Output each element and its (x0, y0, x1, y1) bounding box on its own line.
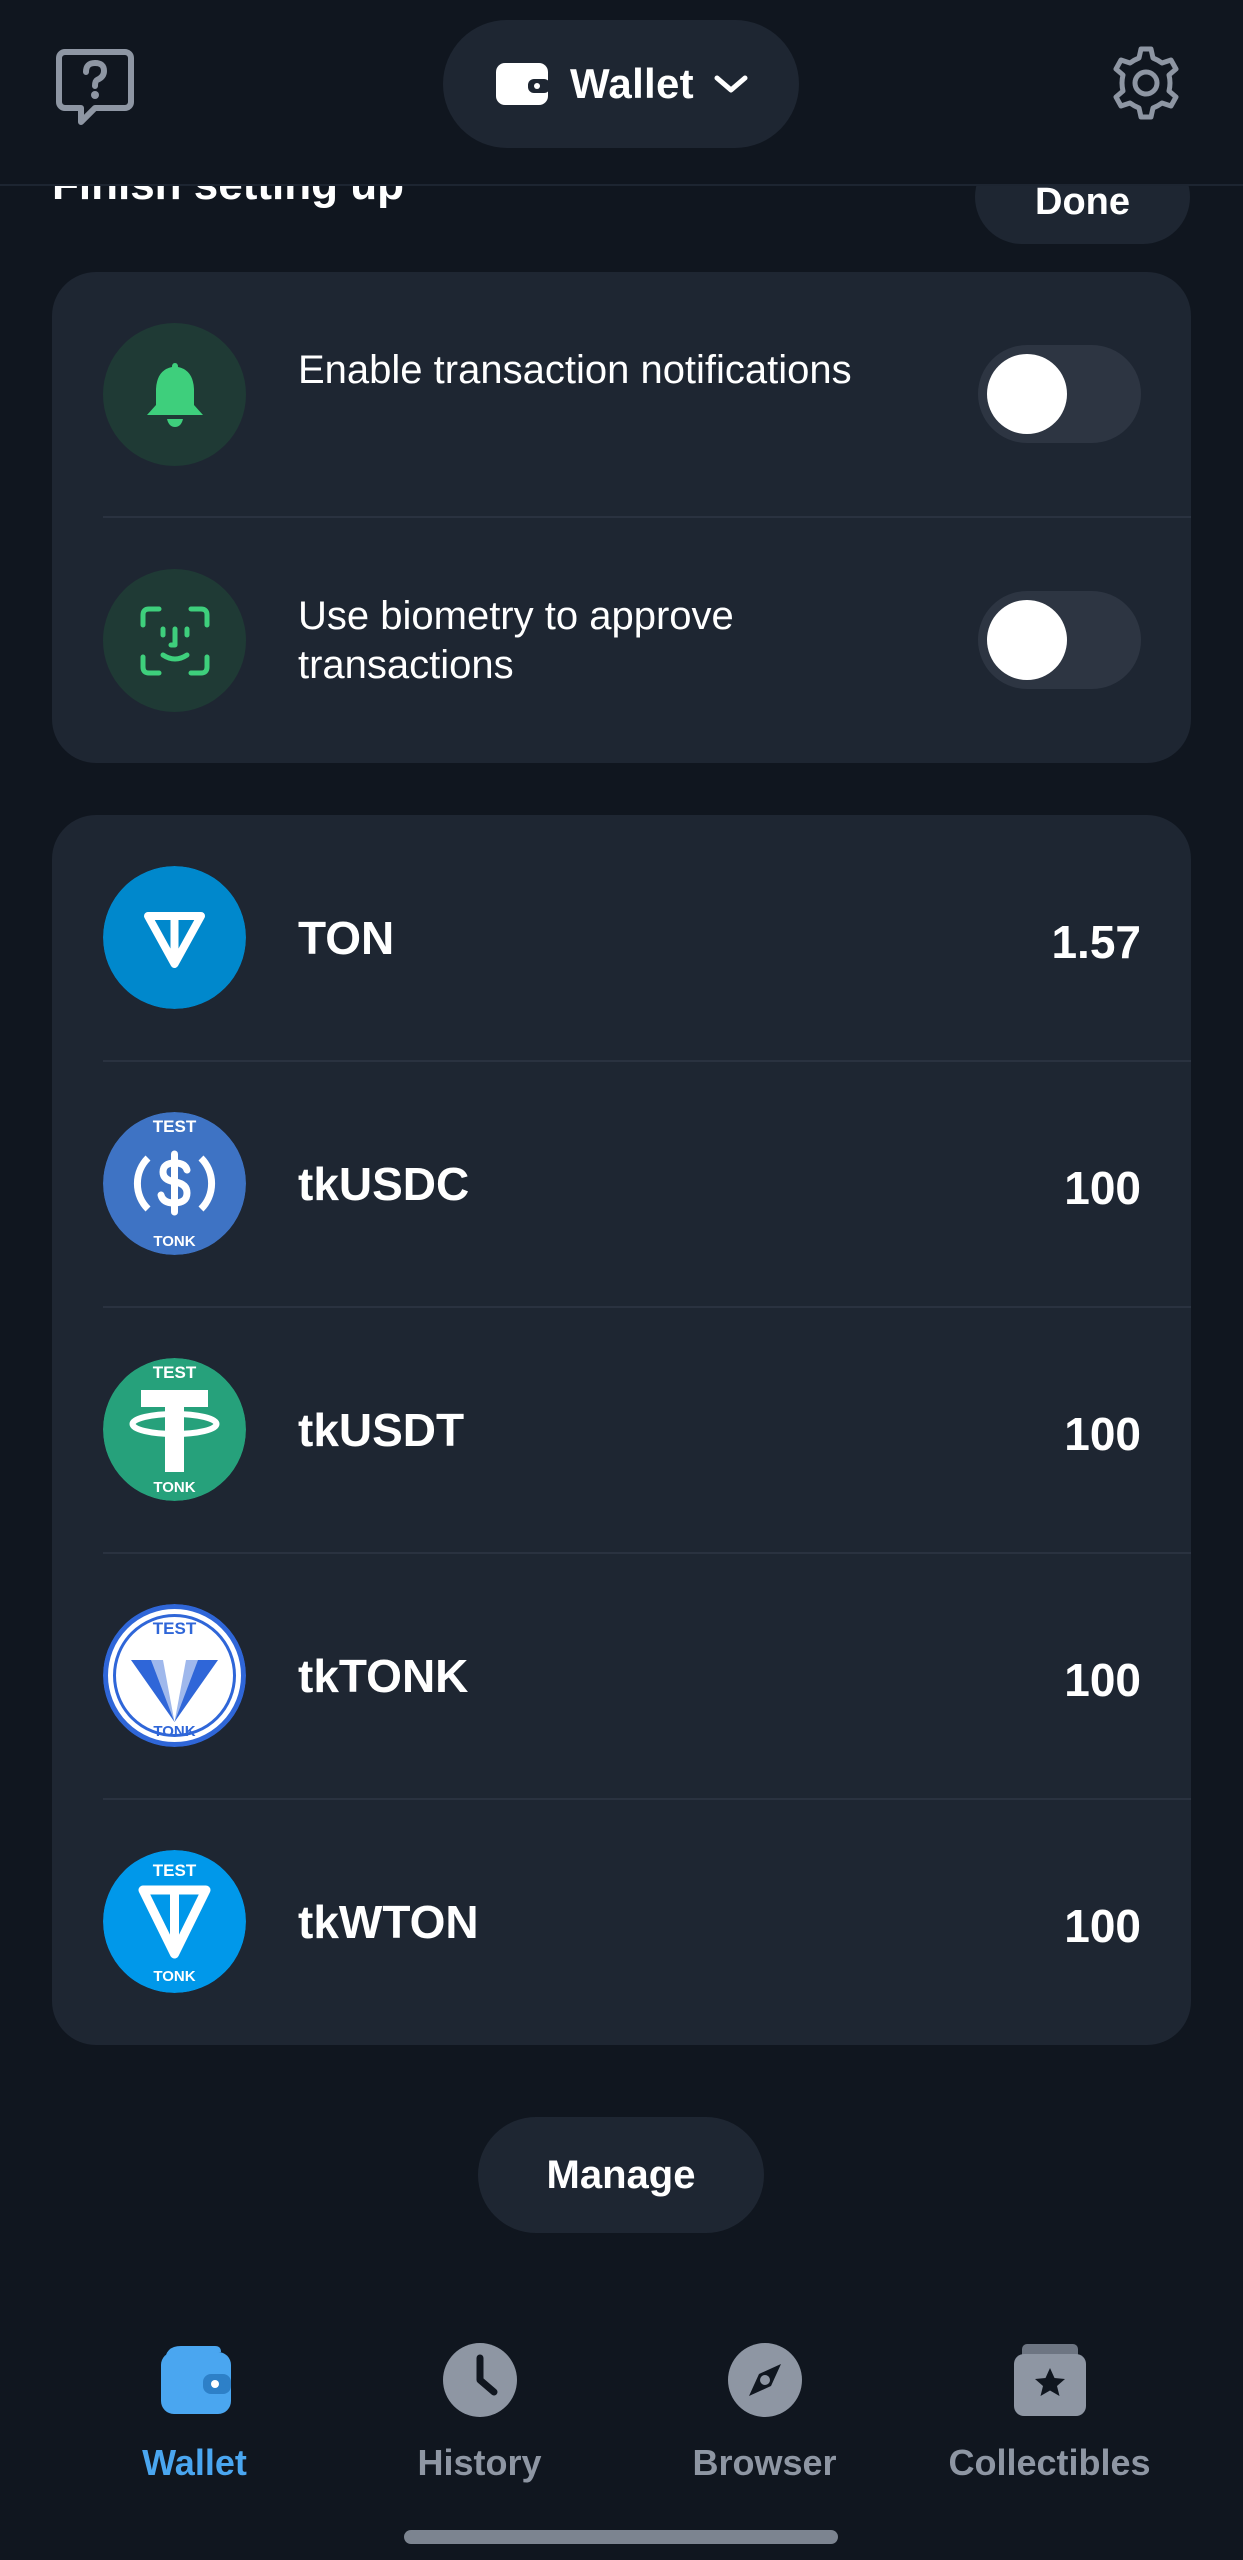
wallet-switcher[interactable]: Wallet (443, 20, 799, 148)
wallet-icon (496, 63, 551, 105)
badge-bottom-text: TONK (153, 1723, 195, 1740)
nav-item-collectibles[interactable]: Collectibles (907, 2300, 1192, 2500)
nav-label: Browser (692, 2442, 837, 2483)
token-row-tkusdt[interactable]: TEST TONK tkUSDT 100 (52, 1307, 1191, 1553)
setup-item-notifications[interactable]: Enable transaction notifications (52, 272, 1191, 517)
usdc-logo-icon: TEST TONK (103, 1112, 246, 1255)
settings-button[interactable] (1105, 42, 1187, 124)
badge-top-text: TEST (153, 1619, 197, 1638)
token-row-tkwton[interactable]: TEST TONK tkWTON 100 (52, 1799, 1191, 2045)
token-amount: 1.57 (1051, 916, 1141, 968)
token-amount: 100 (1064, 1162, 1141, 1214)
compass-icon (727, 2343, 802, 2417)
token-amount: 100 (1064, 1408, 1141, 1460)
tonk-logo-icon: TEST TONK (103, 1604, 246, 1747)
biometry-icon-circle (103, 569, 246, 712)
token-row-tktonk[interactable]: TEST TONK tkTONK 100 (52, 1553, 1191, 1799)
help-button[interactable] (52, 44, 138, 130)
usdt-logo-icon: TEST TONK (103, 1358, 246, 1501)
token-row-ton[interactable]: TON 1.57 (52, 815, 1191, 1061)
nav-item-history[interactable]: History (337, 2300, 622, 2500)
clock-icon (442, 2343, 517, 2417)
bottom-nav: Wallet History Browser Collectibles (0, 2300, 1243, 2520)
chevron-down-icon (714, 75, 748, 93)
nav-item-browser[interactable]: Browser (622, 2300, 907, 2500)
question-bubble-icon (56, 49, 134, 125)
bell-icon (146, 362, 203, 427)
token-amount: 100 (1064, 1654, 1141, 1706)
setup-item-label: Use biometry to approve transactions (298, 594, 734, 687)
wton-logo-icon: TEST TONK (103, 1850, 246, 1993)
nav-label: Collectibles (948, 2442, 1151, 2483)
badge-top-text: TEST (153, 1363, 197, 1382)
badge-top-text: TEST (153, 1861, 197, 1880)
setup-item-biometry[interactable]: Use biometry to approve transactions (52, 518, 1191, 763)
top-bar: Wallet (0, 0, 1243, 186)
toggle-knob (987, 600, 1067, 680)
badge-bottom-text: TONK (153, 1968, 195, 1985)
wallet-icon (160, 2346, 231, 2414)
token-name: tkUSDT (298, 1404, 465, 1456)
home-indicator[interactable] (404, 2530, 838, 2544)
setup-card: Enable transaction notifications Use bio (52, 272, 1191, 763)
star-box-icon (1013, 2344, 1086, 2416)
token-name: tkTONK (298, 1650, 469, 1702)
ton-logo-icon (103, 866, 246, 1009)
nav-label: Wallet (142, 2442, 247, 2483)
badge-bottom-text: TONK (153, 1233, 195, 1250)
badge-top-text: TEST (153, 1117, 197, 1136)
notifications-toggle[interactable] (978, 345, 1141, 443)
token-list: TON 1.57 TEST TONK tkUSDC 100 TEST TONK … (52, 815, 1191, 2045)
face-id-icon (140, 606, 209, 675)
toggle-knob (987, 354, 1067, 434)
token-row-tkusdc[interactable]: TEST TONK tkUSDC 100 (52, 1061, 1191, 1307)
setup-item-label: Enable transaction notifications (298, 348, 852, 392)
manage-button[interactable]: Manage (478, 2117, 764, 2233)
biometry-toggle[interactable] (978, 591, 1141, 689)
token-name: tkUSDC (298, 1158, 470, 1210)
token-name: tkWTON (298, 1896, 479, 1948)
token-amount: 100 (1064, 1900, 1141, 1952)
token-name: TON (298, 912, 395, 964)
badge-bottom-text: TONK (153, 1479, 195, 1496)
notification-icon-circle (103, 323, 246, 466)
gear-icon (1113, 46, 1179, 120)
wallet-title: Wallet (570, 60, 694, 107)
nav-label: History (417, 2442, 542, 2483)
nav-item-wallet[interactable]: Wallet (52, 2300, 337, 2500)
